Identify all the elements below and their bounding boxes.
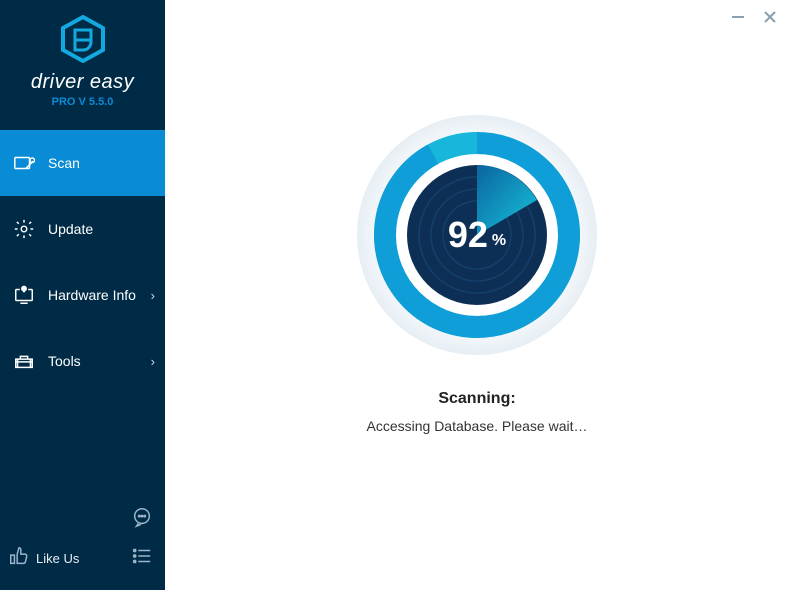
window-controls (729, 8, 779, 26)
chevron-right-icon: › (151, 354, 155, 369)
sidebar: driver easy PRO V 5.5.0 Scan Update i Ha… (0, 0, 165, 590)
sidebar-item-hardware-info[interactable]: i Hardware Info › (0, 262, 165, 328)
sidebar-item-label: Hardware Info (48, 287, 136, 303)
sidebar-item-label: Scan (48, 155, 80, 171)
sidebar-item-label: Tools (48, 353, 81, 369)
app-name: driver easy (0, 71, 165, 94)
feedback-icon[interactable] (131, 506, 153, 533)
monitor-info-icon: i (10, 284, 38, 306)
app-version: PRO V 5.5.0 (0, 96, 165, 108)
scan-status-message: Accessing Database. Please wait… (367, 418, 588, 434)
sidebar-item-update[interactable]: Update (0, 196, 165, 262)
menu-list-icon[interactable] (131, 545, 153, 572)
sidebar-item-tools[interactable]: Tools › (0, 328, 165, 394)
percent-symbol: % (492, 232, 506, 250)
progress-ring: 92 % (352, 110, 602, 360)
sidebar-bottom: Like Us (0, 506, 165, 590)
toolbox-icon (10, 350, 38, 372)
scan-status-title: Scanning: (438, 390, 515, 408)
progress-percent: 92 % (352, 110, 602, 360)
thumbs-up-icon (8, 545, 30, 572)
bottom-right-icons (131, 506, 157, 572)
like-us-button[interactable]: Like Us (8, 545, 79, 572)
close-button[interactable] (761, 8, 779, 26)
main-content: 92 % Scanning: Accessing Database. Pleas… (165, 0, 789, 590)
chevron-right-icon: › (151, 288, 155, 303)
gear-icon (10, 218, 38, 240)
like-label: Like Us (36, 551, 79, 566)
app-logo-icon (0, 14, 165, 69)
scan-icon (10, 152, 38, 174)
progress-value: 92 (448, 214, 488, 256)
scan-progress-area: 92 % Scanning: Accessing Database. Pleas… (165, 0, 789, 590)
sidebar-nav: Scan Update i Hardware Info › Tools › (0, 130, 165, 506)
logo-area: driver easy PRO V 5.5.0 (0, 0, 165, 118)
sidebar-item-label: Update (48, 221, 93, 237)
sidebar-item-scan[interactable]: Scan (0, 130, 165, 196)
minimize-button[interactable] (729, 8, 747, 26)
